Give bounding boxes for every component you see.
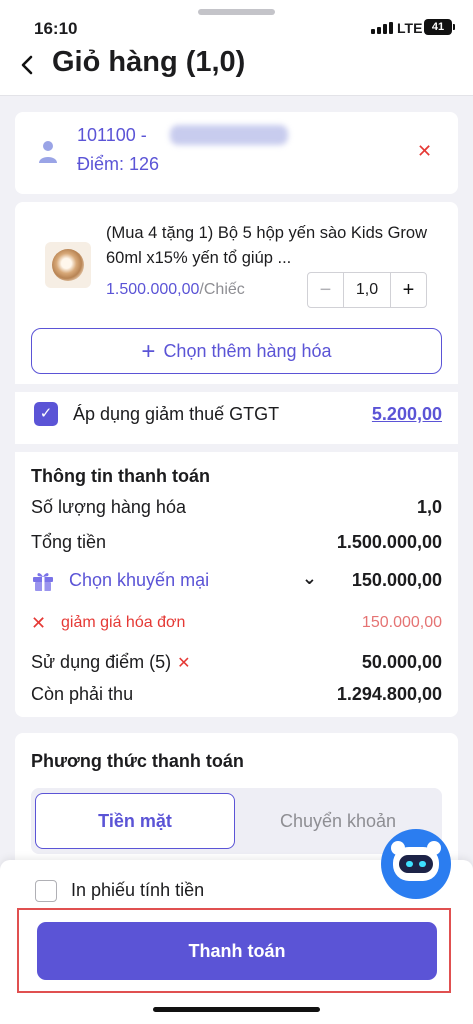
bot-face (391, 841, 441, 881)
divider (15, 444, 458, 452)
product-image (45, 242, 91, 288)
discount-label: giảm giá hóa đơn (61, 614, 186, 631)
points-used: Sử dụng điểm (5) ✕ (31, 652, 191, 673)
promo-value: 150.000,00 (351, 570, 442, 590)
remaining-value: 1.294.800,00 (336, 684, 442, 704)
print-receipt-label[interactable]: In phiếu tính tiền (71, 880, 204, 901)
vat-checkbox[interactable]: ✓ (34, 402, 58, 426)
battery-icon: 41 (424, 19, 455, 35)
increase-button[interactable]: + (391, 273, 426, 307)
points-row: Sử dụng điểm (5) ✕ 50.000,00 (31, 652, 442, 676)
decrease-button[interactable]: − (308, 273, 343, 307)
product-price: 1.500.000,00/Chiếc (106, 281, 245, 299)
nav-bar: Giỏ hàng (1,0) (0, 44, 473, 96)
promo-row[interactable]: Chọn khuyến mại ⌄ 150.000,00 (31, 568, 442, 594)
customer-id: 101100 - (77, 125, 147, 145)
remaining-row: Còn phải thu 1.294.800,00 (31, 684, 442, 708)
payment-method-title: Phương thức thanh toán (31, 751, 244, 771)
add-more-items-button[interactable]: + Chọn thêm hàng hóa (31, 328, 442, 374)
person-icon (39, 140, 57, 164)
total-row: Tổng tiền 1.500.000,00 (31, 532, 442, 556)
status-time: 16:10 (34, 19, 78, 38)
product-unit: /Chiếc (199, 281, 245, 298)
quantity-stepper[interactable]: − 1,0 + (307, 272, 427, 308)
network-label: LTE (397, 20, 423, 36)
print-receipt-checkbox[interactable] (35, 880, 57, 902)
product-price-value: 1.500.000,00 (106, 281, 200, 298)
quantity-value[interactable]: 1,0 (343, 273, 391, 307)
remove-customer-icon[interactable]: ✕ (417, 141, 432, 162)
discount-value: 150.000,00 (361, 614, 442, 631)
points-value: 50.000,00 (361, 652, 442, 672)
total-label: Tổng tiền (31, 532, 107, 552)
vat-label: Áp dụng giảm thuế GTGT (73, 404, 280, 424)
tab-cash[interactable]: Tiền mặt (35, 793, 235, 849)
payment-info-title: Thông tin thanh toán (31, 466, 210, 486)
vat-value[interactable]: 5.200,00 (372, 404, 442, 425)
choose-promotion-label[interactable]: Chọn khuyến mại (69, 570, 209, 591)
sheet-grabber[interactable] (198, 9, 275, 15)
status-bar: 16:10 LTE 41 (0, 0, 473, 44)
chevron-left-icon[interactable] (16, 49, 40, 81)
qty-label: Số lượng hàng hóa (31, 497, 186, 517)
chatbot-icon[interactable] (381, 829, 451, 899)
page-title: Giỏ hàng (1,0) (52, 46, 246, 78)
bot-eye (419, 861, 426, 867)
payment-method-tabs: Tiền mặt Chuyển khoản (31, 788, 442, 854)
bot-visor (399, 855, 433, 873)
customer-phone-blurred (170, 125, 288, 145)
bot-eye (406, 861, 413, 867)
remaining-label: Còn phải thu (31, 684, 134, 704)
total-value: 1.500.000,00 (336, 532, 442, 552)
order-card: (Mua 4 tặng 1) Bộ 5 hộp yến sào Kids Gro… (15, 202, 458, 717)
chevron-down-icon[interactable]: ⌄ (302, 568, 317, 589)
home-indicator (153, 1007, 320, 1012)
customer-card[interactable]: 101100 - Điểm: 126 ✕ (15, 112, 458, 194)
divider (15, 384, 458, 392)
remove-discount-icon[interactable]: ✕ (31, 613, 46, 634)
plus-icon: + (141, 338, 156, 365)
pay-button-highlight: Thanh toán (17, 908, 451, 993)
product-name: (Mua 4 tặng 1) Bộ 5 hộp yến sào Kids Gro… (106, 224, 428, 267)
add-more-label: Chọn thêm hàng hóa (163, 341, 332, 361)
points-label: Sử dụng điểm (5) (31, 652, 172, 672)
qty-value: 1,0 (416, 497, 442, 517)
discount-row: ✕ giảm giá hóa đơn 150.000,00 (31, 612, 442, 636)
pay-button[interactable]: Thanh toán (37, 922, 437, 980)
qty-row: Số lượng hàng hóa 1,0 (31, 497, 442, 521)
customer-points: Điểm: 126 (77, 154, 160, 174)
remove-points-icon[interactable]: ✕ (177, 655, 190, 672)
gift-icon (31, 569, 55, 593)
signal-icon (371, 22, 393, 34)
